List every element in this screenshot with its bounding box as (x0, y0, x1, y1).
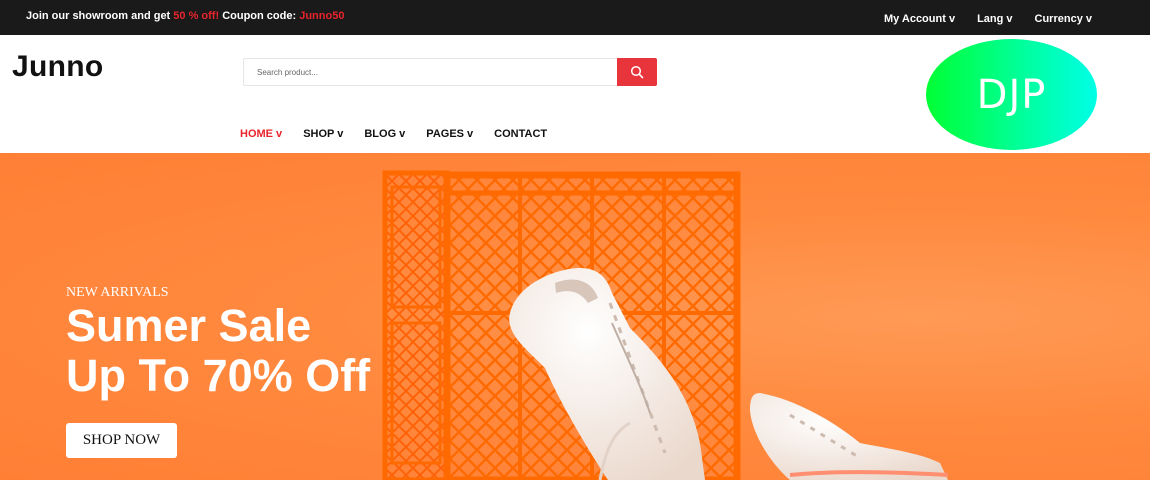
currency-dropdown[interactable]: Currency v (1035, 13, 1092, 25)
shop-now-button[interactable]: SHOP NOW (66, 423, 177, 458)
nav-item-pages[interactable]: PAGES v (426, 128, 473, 140)
promo-prefix: Join our showroom and get (26, 10, 171, 22)
promo-text: Join our showroom and get 50 % off! Coup… (26, 10, 344, 22)
hero-banner: NEW ARRIVALS Sumer Sale Up To 70% Off SH… (0, 153, 1150, 480)
top-bar: Join our showroom and get 50 % off! Coup… (0, 0, 1150, 35)
hero-eyebrow: NEW ARRIVALS (66, 285, 169, 300)
nav-item-contact[interactable]: CONTACT (494, 128, 547, 140)
hero-headline-line2: Up To 70% Off (66, 350, 371, 401)
main-nav: HOME v SHOP v BLOG v PAGES v CONTACT (240, 128, 547, 140)
sneaker-small (750, 393, 949, 480)
hero-headline: Sumer Sale Up To 70% Off (66, 301, 370, 401)
my-account-dropdown[interactable]: My Account v (884, 13, 955, 25)
language-dropdown[interactable]: Lang v (977, 13, 1012, 25)
search-input[interactable] (244, 59, 618, 85)
search-bar (243, 58, 657, 86)
promo-discount: 50 % off! (173, 10, 220, 22)
site-logo[interactable]: Junno (12, 50, 104, 84)
djp-badge-text: DJP (976, 71, 1047, 118)
nav-item-home[interactable]: HOME v (240, 128, 282, 140)
top-nav: My Account v Lang v Currency v (884, 13, 1092, 25)
nav-item-blog[interactable]: BLOG v (364, 128, 405, 140)
promo-code: Junno50 (299, 10, 345, 22)
hero-headline-line1: Sumer Sale (66, 300, 312, 351)
search-icon (630, 65, 644, 79)
search-button[interactable] (617, 58, 657, 86)
crate-back (382, 170, 450, 480)
nav-item-shop[interactable]: SHOP v (303, 128, 343, 140)
promo-code-label: Coupon code: (222, 10, 297, 22)
djp-badge: DJP (926, 39, 1097, 150)
